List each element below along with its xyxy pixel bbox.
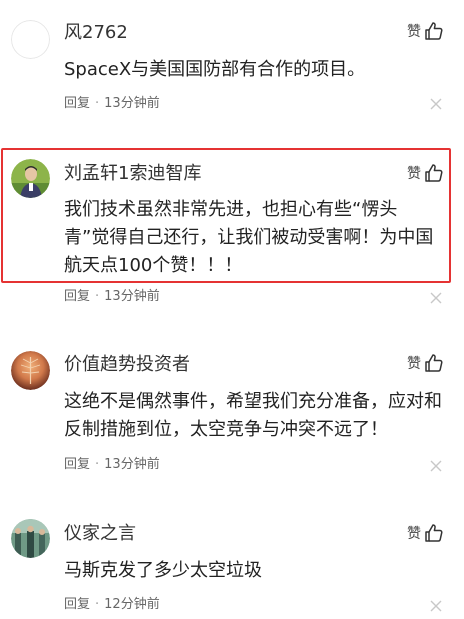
- comment-username[interactable]: 风2762: [64, 21, 128, 45]
- close-icon[interactable]: [430, 600, 442, 612]
- comment-time: 13分钟前: [104, 289, 160, 304]
- comment-text: SpaceX与美国国防部有合作的项目。: [64, 59, 366, 80]
- separator-dot: ·: [95, 96, 100, 111]
- comment-meta: 回复 · 13分钟前: [64, 95, 160, 113]
- reply-link[interactable]: 回复: [64, 289, 90, 304]
- close-icon[interactable]: [430, 98, 442, 110]
- close-icon[interactable]: [430, 460, 442, 472]
- like-button[interactable]: 赞: [407, 20, 444, 42]
- comment-time: 13分钟前: [104, 457, 160, 472]
- comment-time: 13分钟前: [104, 96, 160, 111]
- like-label: 赞: [407, 526, 421, 542]
- thumbs-up-icon: [425, 524, 443, 542]
- comment-text: 这绝不是偶然事件，希望我们充分准备，应对和反制措施到位，太空竞争与冲突不远了！: [64, 391, 442, 440]
- comment-username[interactable]: 刘孟轩1索迪智库: [64, 162, 201, 186]
- comment-item: 风2762 赞 SpaceX与美国国防部有合作的项目。 回复 · 13分钟前: [0, 0, 464, 145]
- comment-text: 我们技术虽然非常先进，也担心有些“愣头青”觉得自己还行，让我们被动受害啊！为中国…: [64, 199, 434, 276]
- avatar[interactable]: [11, 351, 50, 390]
- comment-item: 价值趋势投资者 赞 这绝不是偶然事件，希望我们充分准备，应对和反制措施到位，太空…: [0, 315, 464, 490]
- separator-dot: ·: [95, 597, 100, 612]
- comment-meta: 回复 · 13分钟前: [64, 456, 160, 474]
- separator-dot: ·: [95, 289, 100, 304]
- thumbs-up-icon: [425, 22, 443, 40]
- reply-link[interactable]: 回复: [64, 96, 90, 111]
- like-label: 赞: [407, 356, 421, 372]
- reply-link[interactable]: 回复: [64, 597, 90, 612]
- comment-item: 仪家之言 赞 马斯克发了多少太空垃圾 回复 · 12分钟前: [0, 490, 464, 619]
- comment-meta: 回复 · 12分钟前: [64, 596, 160, 614]
- comment-username[interactable]: 价值趋势投资者: [64, 353, 190, 377]
- avatar[interactable]: [11, 20, 50, 59]
- like-button[interactable]: 赞: [407, 352, 444, 374]
- comment-meta: 回复 · 13分钟前: [64, 288, 160, 306]
- comment-time: 12分钟前: [104, 597, 160, 612]
- thumbs-up-icon: [425, 164, 443, 182]
- comment-text: 马斯克发了多少太空垃圾: [64, 560, 262, 581]
- separator-dot: ·: [95, 457, 100, 472]
- like-label: 赞: [407, 166, 421, 182]
- comment-username[interactable]: 仪家之言: [64, 522, 136, 546]
- reply-link[interactable]: 回复: [64, 457, 90, 472]
- like-button[interactable]: 赞: [407, 522, 444, 544]
- like-button[interactable]: 赞: [407, 162, 444, 184]
- like-label: 赞: [407, 24, 421, 40]
- close-icon[interactable]: [430, 292, 442, 304]
- comment-item: 刘孟轩1索迪智库 赞 我们技术虽然非常先进，也担心有些“愣头青”觉得自己还行，让…: [0, 145, 464, 315]
- avatar[interactable]: [11, 519, 50, 558]
- thumbs-up-icon: [425, 354, 443, 372]
- avatar[interactable]: [11, 159, 50, 198]
